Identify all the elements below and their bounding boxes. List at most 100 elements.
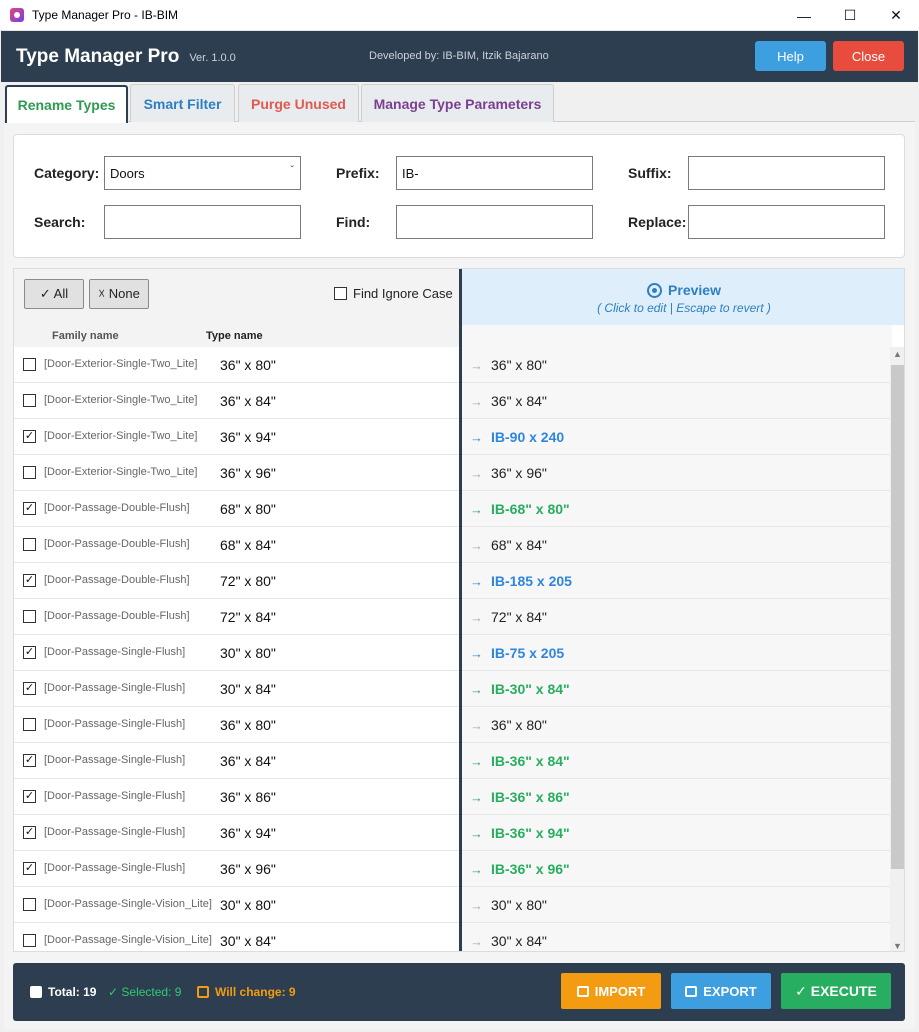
eye-icon bbox=[647, 282, 663, 298]
minimize-icon[interactable]: — bbox=[781, 0, 827, 31]
type-name-cell: 72" x 84" bbox=[220, 609, 276, 625]
preview-value: 68" x 84" bbox=[491, 537, 547, 553]
arrow-right-icon: → bbox=[470, 645, 483, 661]
tab-rename-types[interactable]: Rename Types bbox=[5, 85, 128, 123]
select-none-button[interactable]: ☓ None bbox=[89, 279, 149, 309]
row-checkbox[interactable] bbox=[23, 934, 36, 947]
scroll-up-icon[interactable]: ▲ bbox=[893, 349, 902, 359]
row-checkbox[interactable] bbox=[23, 358, 36, 371]
row-checkbox[interactable] bbox=[23, 610, 36, 623]
preview-title-text: Preview bbox=[668, 282, 721, 298]
scroll-down-icon[interactable]: ▼ bbox=[893, 941, 902, 951]
tab-smart-filter[interactable]: Smart Filter bbox=[130, 84, 235, 122]
find-ignore-case-checkbox[interactable]: Find Ignore Case bbox=[334, 286, 453, 301]
arrow-right-icon: → bbox=[470, 465, 483, 481]
type-name-cell: 68" x 84" bbox=[220, 537, 276, 553]
tab-label: Rename Types bbox=[17, 97, 116, 113]
preview-cell[interactable]: → 36" x 80" bbox=[470, 357, 547, 373]
preview-subtitle: ( Click to edit | Escape to revert ) bbox=[597, 301, 771, 315]
arrow-right-icon: → bbox=[470, 717, 483, 733]
row-checkbox[interactable] bbox=[23, 898, 36, 911]
column-type-name[interactable]: Type name bbox=[206, 330, 263, 342]
vertical-scrollbar[interactable]: ▲ ▼ bbox=[890, 347, 904, 951]
preview-cell[interactable]: → 68" x 84" bbox=[470, 537, 547, 553]
type-name-cell: 36" x 94" bbox=[220, 429, 276, 445]
arrow-right-icon: → bbox=[470, 897, 483, 913]
arrow-right-icon: → bbox=[470, 861, 483, 877]
preview-cell[interactable]: → 72" x 84" bbox=[470, 609, 547, 625]
execute-label: ✓ EXECUTE bbox=[795, 982, 877, 999]
preview-cell[interactable]: → IB-30" x 84" bbox=[470, 681, 570, 697]
export-button[interactable]: EXPORT bbox=[671, 973, 771, 1009]
preview-cell[interactable]: → 30" x 80" bbox=[470, 897, 547, 913]
row-checkbox[interactable] bbox=[23, 394, 36, 407]
preview-cell[interactable]: → 36" x 96" bbox=[470, 465, 547, 481]
preview-title: Preview bbox=[462, 282, 904, 298]
preview-cell[interactable]: → 36" x 80" bbox=[470, 717, 547, 733]
family-name-cell: [Door-Passage-Double-Flush] bbox=[44, 574, 190, 586]
family-name-cell: [Door-Passage-Single-Flush] bbox=[44, 790, 186, 802]
row-checkbox[interactable]: ✓ bbox=[23, 502, 36, 515]
row-checkbox[interactable] bbox=[23, 718, 36, 731]
import-button[interactable]: IMPORT bbox=[561, 973, 661, 1009]
tab-purge-unused[interactable]: Purge Unused bbox=[238, 84, 359, 122]
find-input[interactable] bbox=[396, 205, 593, 239]
suffix-label: Suffix: bbox=[628, 165, 672, 181]
preview-value: 36" x 80" bbox=[491, 357, 547, 373]
row-checkbox[interactable]: ✓ bbox=[23, 646, 36, 659]
column-header: Family name Type name bbox=[14, 325, 459, 347]
preview-cell[interactable]: → 36" x 84" bbox=[470, 393, 547, 409]
preview-cell[interactable]: → IB-36" x 86" bbox=[470, 789, 570, 805]
preview-cell[interactable]: → 30" x 84" bbox=[470, 933, 547, 949]
help-button[interactable]: Help bbox=[755, 41, 826, 71]
scrollbar-thumb[interactable] bbox=[891, 365, 904, 869]
arrow-right-icon: → bbox=[470, 573, 483, 589]
row-checkbox[interactable]: ✓ bbox=[23, 790, 36, 803]
preview-cell[interactable]: → IB-36" x 84" bbox=[470, 753, 570, 769]
close-button[interactable]: Close bbox=[833, 41, 904, 71]
family-name-cell: [Door-Passage-Single-Flush] bbox=[44, 646, 186, 658]
family-name-cell: [Door-Exterior-Single-Two_Lite] bbox=[44, 358, 198, 370]
row-checkbox[interactable] bbox=[23, 538, 36, 551]
panel-divider bbox=[459, 269, 462, 951]
row-checkbox[interactable]: ✓ bbox=[23, 574, 36, 587]
list-icon bbox=[30, 986, 42, 998]
row-checkbox[interactable]: ✓ bbox=[23, 826, 36, 839]
row-checkbox[interactable]: ✓ bbox=[23, 862, 36, 875]
search-input[interactable] bbox=[104, 205, 301, 239]
category-label: Category: bbox=[34, 165, 100, 181]
replace-input[interactable] bbox=[688, 205, 885, 239]
preview-cell[interactable]: → IB-90 x 240 bbox=[470, 429, 564, 445]
row-checkbox[interactable]: ✓ bbox=[23, 682, 36, 695]
row-checkbox[interactable]: ✓ bbox=[23, 754, 36, 767]
tab-manage-type-parameters[interactable]: Manage Type Parameters bbox=[361, 84, 554, 122]
family-name-cell: [Door-Passage-Double-Flush] bbox=[44, 610, 190, 622]
prefix-input[interactable]: IB- bbox=[396, 156, 593, 190]
arrow-right-icon: → bbox=[470, 753, 483, 769]
preview-cell[interactable]: → IB-36" x 96" bbox=[470, 861, 570, 877]
import-label: IMPORT bbox=[594, 983, 646, 999]
row-checkbox[interactable]: ✓ bbox=[23, 430, 36, 443]
type-name-cell: 72" x 80" bbox=[220, 573, 276, 589]
preview-cell[interactable]: → IB-36" x 94" bbox=[470, 825, 570, 841]
preview-cell[interactable]: → IB-68" x 80" bbox=[470, 501, 570, 517]
column-family-name[interactable]: Family name bbox=[52, 330, 119, 342]
suffix-input[interactable] bbox=[688, 156, 885, 190]
maximize-icon[interactable]: ☐ bbox=[827, 0, 873, 31]
checkbox-box[interactable] bbox=[334, 287, 347, 300]
import-icon bbox=[576, 985, 589, 997]
preview-cell[interactable]: → IB-185 x 205 bbox=[470, 573, 572, 589]
select-all-button[interactable]: ✓ All bbox=[24, 279, 84, 309]
family-name-cell: [Door-Passage-Single-Flush] bbox=[44, 682, 186, 694]
execute-button[interactable]: ✓ EXECUTE bbox=[781, 973, 891, 1009]
type-name-cell: 36" x 86" bbox=[220, 789, 276, 805]
preview-cell[interactable]: → IB-75 x 205 bbox=[470, 645, 564, 661]
row-checkbox[interactable] bbox=[23, 466, 36, 479]
app-icon bbox=[10, 8, 24, 22]
close-window-icon[interactable]: ✕ bbox=[873, 0, 919, 31]
family-name-cell: [Door-Passage-Single-Vision_Lite] bbox=[44, 934, 212, 946]
arrow-right-icon: → bbox=[470, 429, 483, 445]
family-name-cell: [Door-Exterior-Single-Two_Lite] bbox=[44, 430, 198, 442]
export-icon bbox=[685, 985, 698, 997]
category-select[interactable]: Doors ˇ bbox=[104, 156, 301, 190]
